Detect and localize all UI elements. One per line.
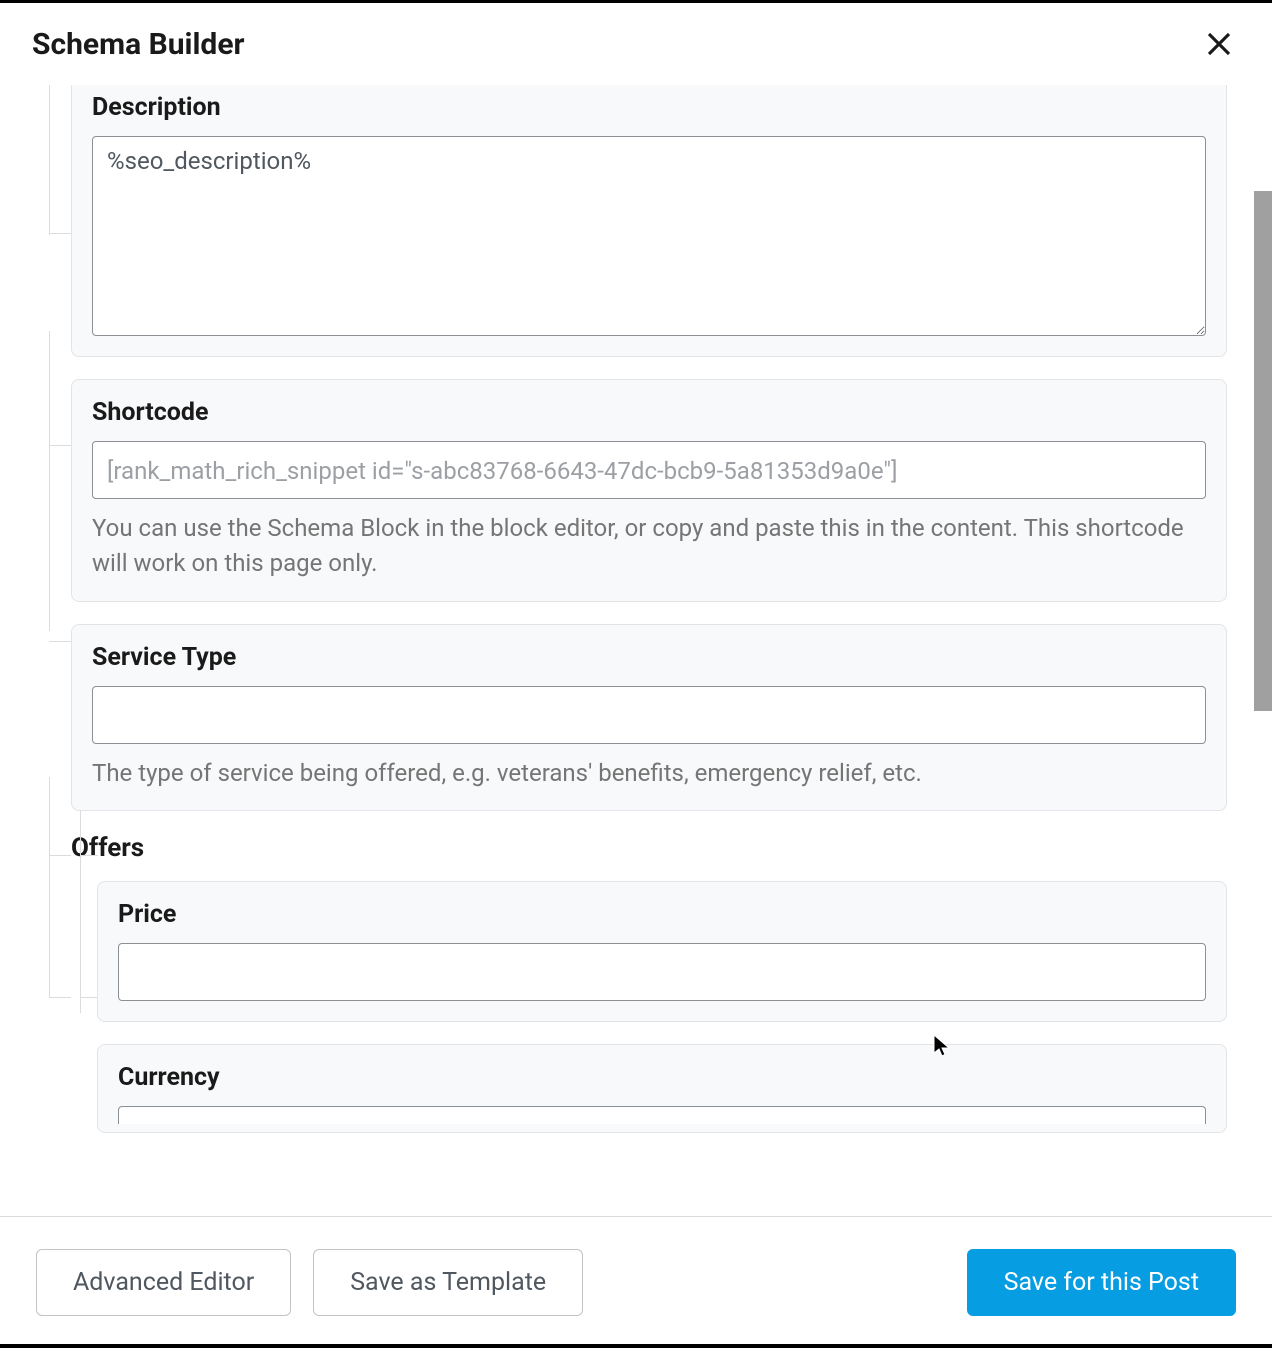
description-textarea[interactable] <box>92 136 1206 336</box>
tree-line <box>49 331 50 631</box>
currency-label: Currency <box>118 1063 1206 1092</box>
tree-line <box>49 445 71 446</box>
shortcode-help-text: You can use the Schema Block in the bloc… <box>92 511 1206 581</box>
service-type-field-group: Service Type The type of service being o… <box>71 624 1227 812</box>
shortcode-label: Shortcode <box>92 398 1206 427</box>
modal-title: Schema Builder <box>32 27 245 62</box>
shortcode-input[interactable]: [rank_math_rich_snippet id="s-abc83768-6… <box>92 441 1206 499</box>
vertical-scrollbar[interactable] <box>1254 191 1272 711</box>
save-as-template-button[interactable]: Save as Template <box>313 1249 583 1316</box>
tree-line <box>49 855 71 856</box>
modal-header: Schema Builder <box>0 3 1272 85</box>
description-field-group: Description <box>71 85 1227 357</box>
modal-footer: Advanced Editor Save as Template Save fo… <box>0 1216 1272 1348</box>
advanced-editor-button[interactable]: Advanced Editor <box>36 1249 291 1316</box>
tree-line <box>49 997 71 998</box>
service-type-input[interactable] <box>92 686 1206 744</box>
tree-line <box>49 233 71 234</box>
service-type-label: Service Type <box>92 643 1206 672</box>
currency-field-group: Currency <box>97 1044 1227 1133</box>
currency-input[interactable] <box>118 1106 1206 1124</box>
price-label: Price <box>118 900 1206 929</box>
form-content: Description Shortcode [rank_math_rich_sn… <box>0 85 1272 1205</box>
tree-line <box>49 777 50 997</box>
shortcode-field-group: Shortcode [rank_math_rich_snippet id="s-… <box>71 379 1227 602</box>
tree-line <box>49 641 71 642</box>
price-input[interactable] <box>118 943 1206 1001</box>
close-button[interactable] <box>1198 23 1240 65</box>
save-for-this-post-button[interactable]: Save for this Post <box>967 1249 1236 1316</box>
tree-line <box>80 997 98 998</box>
tree-line <box>80 855 98 856</box>
close-icon <box>1204 29 1234 59</box>
price-field-group: Price <box>97 881 1227 1022</box>
description-label: Description <box>92 93 1206 122</box>
bottom-border <box>0 1344 1272 1348</box>
service-type-help-text: The type of service being offered, e.g. … <box>92 756 1206 791</box>
offers-section-label: Offers <box>71 833 1227 863</box>
tree-line <box>80 803 81 1013</box>
tree-line <box>49 85 50 235</box>
